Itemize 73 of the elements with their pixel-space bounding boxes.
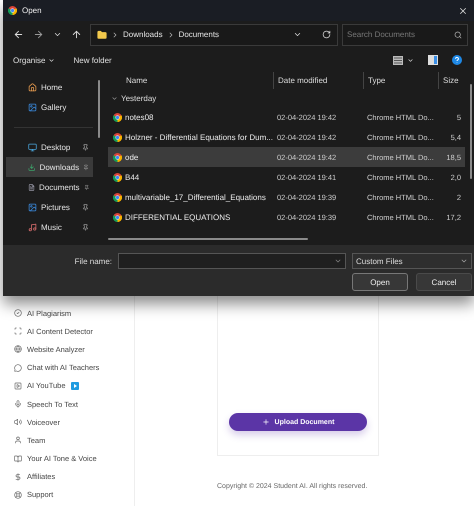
chrome-icon: [113, 112, 122, 122]
chrome-icon: [8, 6, 17, 15]
check-circle-icon: [14, 309, 22, 318]
navigation-item[interactable]: Music: [6, 217, 93, 237]
chrome-icon: [113, 192, 122, 202]
picture-icon: [28, 102, 37, 112]
lifebuoy-icon: [14, 490, 22, 499]
music-icon: [28, 222, 37, 232]
chrome-icon: [113, 212, 122, 222]
window-title: Open: [22, 6, 43, 15]
search-field[interactable]: Search Documents: [342, 24, 468, 46]
cancel-button[interactable]: Cancel: [416, 273, 472, 291]
forward-button[interactable]: [33, 29, 44, 40]
navigation-item[interactable]: Desktop: [6, 137, 93, 157]
refresh-button[interactable]: [322, 30, 331, 39]
home-icon: [28, 82, 37, 92]
file-name: notes08: [125, 112, 154, 122]
file-name: DIFFERENTIAL EQUATIONS: [125, 212, 230, 222]
user-icon: [14, 436, 22, 444]
close-button[interactable]: [458, 6, 468, 16]
scan-icon: [14, 327, 22, 336]
chevron-down-icon: [460, 257, 468, 265]
chevron-down-icon: [407, 56, 414, 64]
help-button[interactable]: [452, 55, 462, 65]
address-dropdown-button[interactable]: [293, 30, 302, 39]
group-header[interactable]: Yesterday: [108, 89, 474, 107]
breadcrumb-item[interactable]: Downloads: [123, 30, 163, 39]
file-type-dropdown[interactable]: Custom Files: [352, 253, 472, 269]
open-button[interactable]: Open: [352, 273, 408, 291]
folder-icon: [97, 30, 107, 40]
file-name: Holzner - Differential Equations for Dum...: [125, 132, 273, 142]
plus-icon: [262, 418, 270, 426]
file-name: ode: [125, 152, 138, 162]
column-header[interactable]: Name: [113, 72, 273, 89]
navigation-item[interactable]: Home: [6, 77, 93, 97]
navigation-item[interactable]: Downloads: [6, 157, 93, 177]
chrome-icon: [113, 152, 122, 162]
chevron-icon: [111, 30, 119, 38]
chrome-icon: [113, 172, 122, 182]
address-bar[interactable]: Downloads Documents: [90, 24, 338, 46]
up-button[interactable]: [71, 29, 82, 40]
chevron-down-icon: [48, 56, 56, 64]
play-icon: [70, 382, 79, 390]
column-header[interactable]: Date modified: [273, 72, 363, 89]
view-options-button[interactable]: [393, 56, 414, 64]
search-icon: [454, 30, 462, 38]
navigation-item[interactable]: Documents: [6, 177, 93, 197]
chevron-down-icon: [334, 257, 342, 265]
navigation-item[interactable]: Gallery: [6, 97, 93, 117]
file-name: B44: [125, 172, 140, 182]
organise-menu[interactable]: Organise: [13, 56, 56, 64]
file-name: multivariable_17_Differential_Equations: [125, 192, 266, 202]
document-icon: [28, 182, 36, 192]
chevron-down-icon: [111, 94, 118, 102]
download-icon: [28, 162, 36, 172]
file-name-label: File name:: [74, 256, 112, 266]
speaker-icon: [14, 418, 22, 426]
file-name-field[interactable]: [118, 253, 346, 269]
picture-icon: [28, 202, 37, 212]
new-folder-button[interactable]: New folder: [73, 56, 112, 64]
dollar-icon: [14, 472, 22, 481]
microphone-icon: [14, 400, 22, 408]
column-header[interactable]: Type: [363, 72, 438, 89]
play-square-icon: [14, 382, 22, 390]
monitor-icon: [28, 142, 37, 152]
navigation-item[interactable]: Pictures: [6, 197, 93, 217]
breadcrumb-item[interactable]: Documents: [178, 30, 220, 39]
chat-bubble-icon: [14, 364, 22, 372]
chrome-icon: [113, 132, 122, 142]
book-icon: [14, 454, 22, 463]
back-button[interactable]: [13, 29, 24, 40]
globe-icon: [14, 345, 22, 354]
recent-locations-button[interactable]: [53, 30, 62, 39]
